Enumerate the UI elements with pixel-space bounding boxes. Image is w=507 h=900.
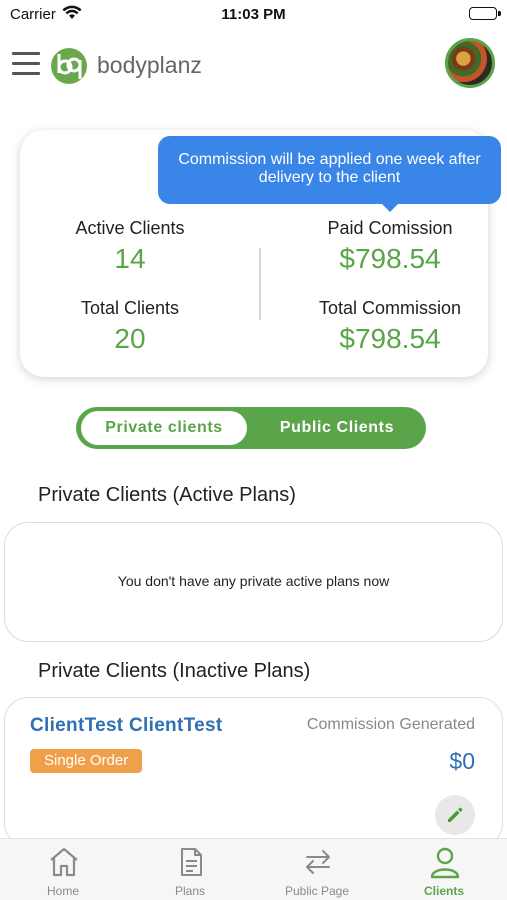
client-type-toggle: Private clients Public Clients — [76, 407, 426, 449]
commission-generated-label: Commission Generated — [306, 716, 475, 733]
stats-divider — [259, 248, 261, 320]
document-icon — [181, 848, 202, 876]
status-bar: Carrier 11:03 PM — [0, 0, 507, 30]
edit-button[interactable] — [435, 795, 475, 835]
person-icon — [430, 847, 460, 879]
brand-name: bodyplanz — [97, 52, 202, 78]
clock-time: 11:03 PM — [221, 6, 286, 23]
total-commission-label: Total Commission — [318, 298, 462, 318]
active-clients-label: Active Clients — [75, 218, 185, 238]
total-clients-value: 20 — [114, 323, 146, 354]
client-name[interactable]: ClientTest ClientTest — [30, 715, 222, 737]
profile-avatar[interactable] — [445, 38, 495, 88]
client-card[interactable]: ClientTest ClientTest Commission Generat… — [4, 697, 503, 847]
pencil-icon — [448, 807, 463, 822]
commission-generated-value: $0 — [449, 748, 475, 774]
home-icon — [50, 847, 78, 877]
active-clients-value: 14 — [114, 243, 146, 274]
inactive-plans-title: Private Clients (Inactive Plans) — [38, 660, 311, 682]
tab-public-page-label: Public Page — [284, 884, 350, 898]
tab-plans[interactable]: Plans — [127, 839, 253, 900]
tab-home-label: Home — [46, 884, 79, 898]
tooltip-arrow — [380, 202, 400, 212]
paid-commission-value: $798.54 — [339, 243, 441, 274]
swap-arrows-icon — [306, 850, 330, 874]
private-clients-tab[interactable]: Private clients — [81, 411, 247, 445]
tab-home[interactable]: Home — [0, 839, 126, 900]
total-commission-value: $798.54 — [339, 323, 441, 354]
empty-state-message: You don't have any private active plans … — [117, 573, 390, 589]
public-clients-tab[interactable]: Public Clients — [252, 411, 422, 445]
tab-public-page[interactable]: Public Page — [254, 839, 380, 900]
battery-icon — [469, 7, 501, 20]
bottom-tab-bar: Home Plans Public Page Clients — [0, 838, 507, 900]
tab-clients[interactable]: Clients — [381, 839, 507, 900]
total-clients-label: Total Clients — [80, 298, 180, 318]
order-type-badge: Single Order — [30, 749, 143, 773]
active-plans-title: Private Clients (Active Plans) — [38, 484, 296, 506]
tab-clients-label: Clients — [423, 884, 464, 898]
app-header: bodyplanz — [0, 36, 507, 96]
active-plans-card: You don't have any private active plans … — [4, 522, 503, 642]
paid-commission-label: Paid Comission — [327, 218, 453, 238]
brand-logo-icon — [51, 48, 87, 84]
tab-plans-label: Plans — [174, 884, 206, 898]
hamburger-menu-icon[interactable] — [12, 52, 40, 76]
commission-tooltip: Commission will be applied one week afte… — [158, 136, 501, 204]
